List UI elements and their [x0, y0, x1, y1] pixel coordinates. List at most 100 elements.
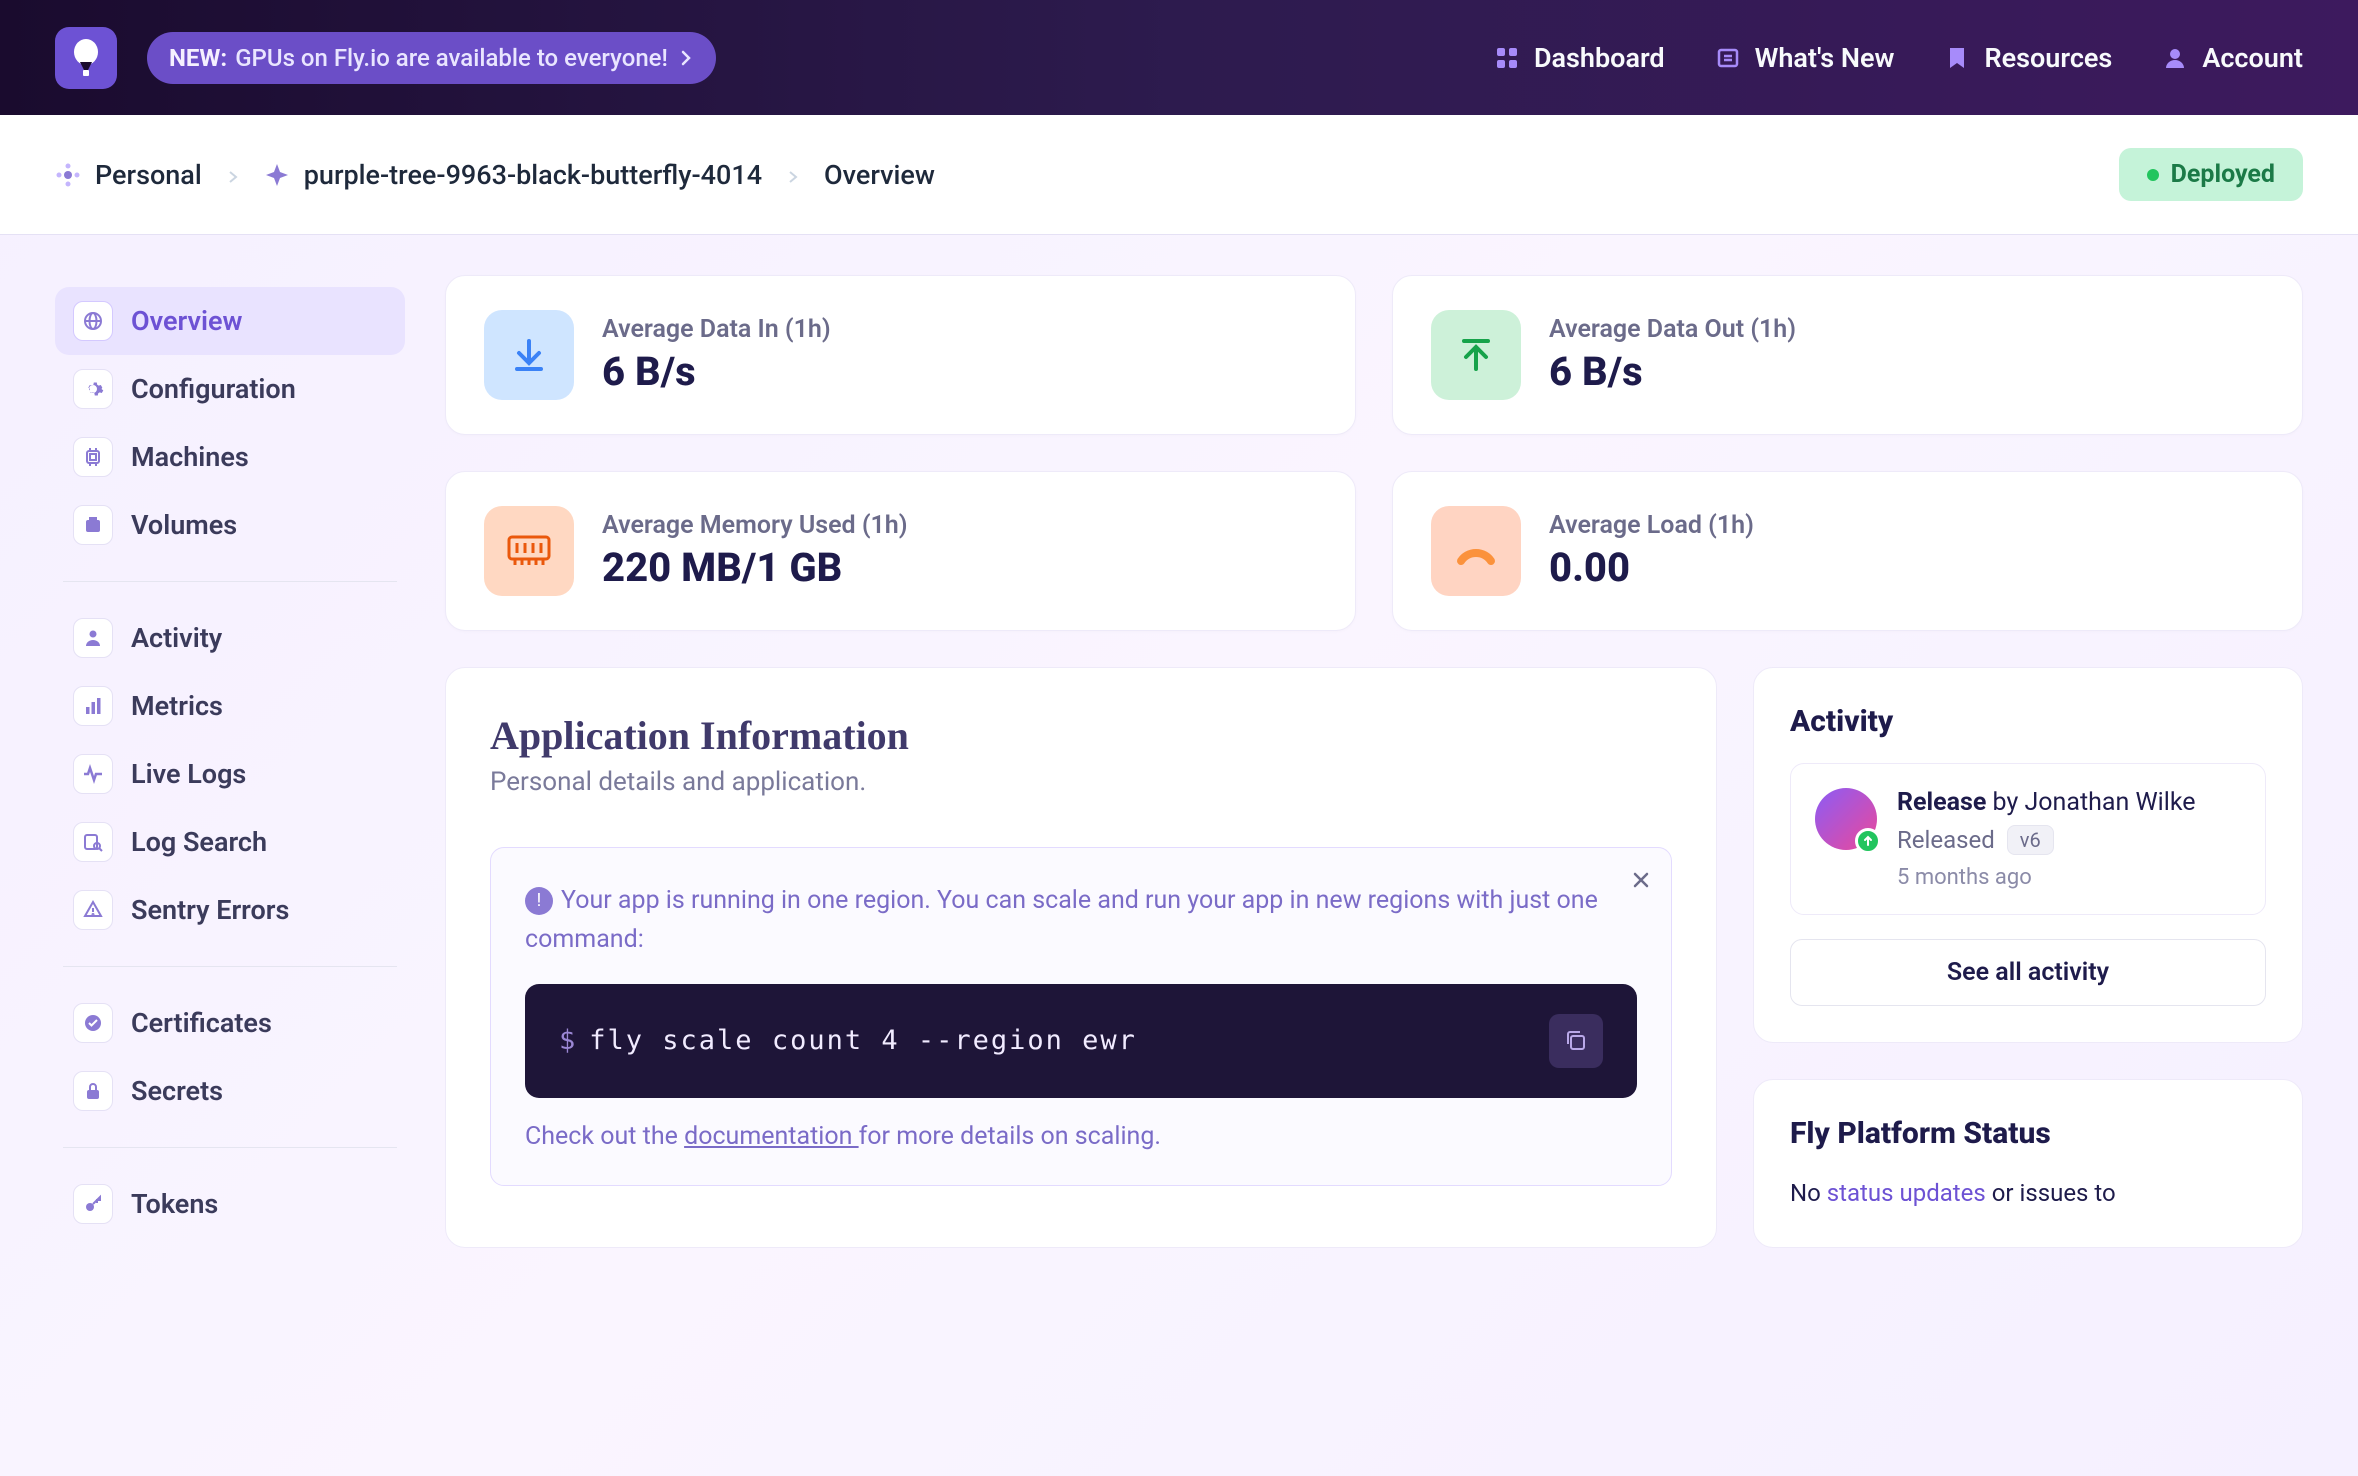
sidebar-group-1: Overview Configuration Machines Volumes — [55, 275, 405, 571]
sidebar-item-secrets[interactable]: Secrets — [55, 1057, 405, 1125]
app-info-title: Application Information — [490, 712, 1672, 759]
gauge-icon — [1431, 506, 1521, 596]
sidebar-item-label: Machines — [131, 441, 249, 473]
platform-text: No status updates or issues to — [1790, 1175, 2266, 1211]
breadcrumb: Personal purple-tree-9963-black-butterfl… — [55, 159, 935, 191]
chart-icon — [73, 686, 113, 726]
code-text: $fly scale count 4 --region ewr — [559, 1025, 1137, 1056]
stats-grid: Average Data In (1h)6 B/sAverage Data Ou… — [445, 275, 2303, 631]
prompt-icon: $ — [559, 1025, 577, 1056]
content: Average Data In (1h)6 B/sAverage Data Ou… — [445, 275, 2303, 1250]
scale-tip-box: !Your app is running in one region. You … — [490, 847, 1672, 1186]
breadcrumb-org-label: Personal — [95, 159, 202, 191]
tip-footer: Check out the documentation for more det… — [525, 1122, 1637, 1151]
sidebar-item-label: Configuration — [131, 373, 296, 405]
right-column: Activity Release by Jonathan Wilke — [1753, 667, 2303, 1248]
bottom-row: Application Information Personal details… — [445, 667, 2303, 1248]
announce-new-label: NEW: — [169, 44, 227, 72]
nav-dashboard[interactable]: Dashboard — [1494, 42, 1665, 74]
sparkle-icon — [264, 162, 290, 188]
sidebar-divider — [63, 1147, 397, 1148]
bookmark-icon — [1944, 45, 1970, 71]
download-icon — [484, 310, 574, 400]
sidebar-item-overview[interactable]: Overview — [55, 287, 405, 355]
avatar — [1815, 788, 1877, 850]
sidebar-item-label: Activity — [131, 622, 222, 654]
sidebar-item-configuration[interactable]: Configuration — [55, 355, 405, 423]
key-icon — [73, 1184, 113, 1224]
tip-text: !Your app is running in one region. You … — [525, 882, 1637, 960]
sidebar-item-sentry-errors[interactable]: Sentry Errors — [55, 876, 405, 944]
sidebar-item-volumes[interactable]: Volumes — [55, 491, 405, 559]
globe-icon — [73, 301, 113, 341]
person-icon — [73, 618, 113, 658]
sidebar-item-label: Overview — [131, 305, 242, 337]
nav-account-label: Account — [2202, 42, 2303, 74]
stat-value: 220 MB/1 GB — [602, 544, 908, 591]
stat-card: Average Data Out (1h)6 B/s — [1392, 275, 2303, 435]
topbar-left: NEW: GPUs on Fly.io are available to eve… — [55, 27, 716, 89]
copy-button[interactable] — [1549, 1014, 1603, 1068]
stat-card: Average Memory Used (1h)220 MB/1 GB — [445, 471, 1356, 631]
pulse-icon — [73, 754, 113, 794]
check-icon — [73, 1003, 113, 1043]
status-updates-link[interactable]: status updates — [1827, 1179, 1986, 1207]
news-icon — [1715, 45, 1741, 71]
sidebar-item-label: Sentry Errors — [131, 894, 289, 926]
close-icon[interactable] — [1631, 868, 1651, 896]
status-dot-icon — [2147, 169, 2159, 181]
grid-icon — [1494, 45, 1520, 71]
app-info-subtitle: Personal details and application. — [490, 767, 1672, 797]
person-icon — [2162, 45, 2188, 71]
sidebar-item-label: Log Search — [131, 826, 267, 858]
main: Overview Configuration Machines Volumes Act… — [0, 235, 2358, 1250]
documentation-link[interactable]: documentation — [684, 1122, 859, 1151]
topbar-nav: Dashboard What's New Resources Account — [1494, 42, 2303, 74]
cpu-icon — [73, 437, 113, 477]
sidebar-item-label: Volumes — [131, 509, 237, 541]
sidebar-item-activity[interactable]: Activity — [55, 604, 405, 672]
stat-value: 6 B/s — [1549, 348, 1796, 395]
lock-icon — [73, 1071, 113, 1111]
nav-account[interactable]: Account — [2162, 42, 2303, 74]
breadcrumb-bar: Personal purple-tree-9963-black-butterfl… — [0, 115, 2358, 235]
activity-time: 5 months ago — [1897, 865, 2241, 890]
sidebar-item-metrics[interactable]: Metrics — [55, 672, 405, 740]
sidebar-group-3: CertificatesSecrets — [55, 977, 405, 1137]
nav-resources[interactable]: Resources — [1944, 42, 2112, 74]
stat-card: Average Data In (1h)6 B/s — [445, 275, 1356, 435]
activity-item-title: Release by Jonathan Wilke — [1897, 788, 2241, 817]
stat-value: 0.00 — [1549, 544, 1754, 591]
code-block: $fly scale count 4 --region ewr — [525, 984, 1637, 1098]
sidebar-item-certificates[interactable]: Certificates — [55, 989, 405, 1057]
sidebar-group-2: Activity Metrics Live Logs Log Search Sentry… — [55, 592, 405, 956]
sidebar-item-label: Live Logs — [131, 758, 246, 790]
sidebar: Overview Configuration Machines Volumes Act… — [55, 275, 405, 1250]
upload-icon — [1431, 310, 1521, 400]
chevron-right-icon — [786, 159, 800, 191]
breadcrumb-app[interactable]: purple-tree-9963-black-butterfly-4014 — [264, 159, 762, 191]
stat-label: Average Load (1h) — [1549, 511, 1754, 540]
sidebar-item-label: Metrics — [131, 690, 223, 722]
status-label: Deployed — [2171, 160, 2275, 189]
copy-icon — [1563, 1028, 1589, 1054]
nav-whatsnew[interactable]: What's New — [1715, 42, 1895, 74]
chevron-right-icon — [226, 159, 240, 191]
announcement-pill[interactable]: NEW: GPUs on Fly.io are available to eve… — [147, 32, 716, 84]
sidebar-item-label: Tokens — [131, 1188, 218, 1220]
version-badge: v6 — [2007, 825, 2054, 855]
sidebar-item-log-search[interactable]: Log Search — [55, 808, 405, 876]
sidebar-item-live-logs[interactable]: Live Logs — [55, 740, 405, 808]
release-badge-icon — [1855, 828, 1881, 854]
sidebar-item-tokens[interactable]: Tokens — [55, 1170, 405, 1238]
breadcrumb-org[interactable]: Personal — [55, 159, 202, 191]
logo[interactable] — [55, 27, 117, 89]
nav-resources-label: Resources — [1984, 42, 2112, 74]
see-all-activity-button[interactable]: See all activity — [1790, 939, 2266, 1006]
breadcrumb-page: Overview — [824, 159, 935, 191]
breadcrumb-app-label: purple-tree-9963-black-butterfly-4014 — [304, 159, 762, 191]
balloon-icon — [66, 38, 106, 78]
error-icon — [73, 890, 113, 930]
topbar: NEW: GPUs on Fly.io are available to eve… — [0, 0, 2358, 115]
sidebar-item-machines[interactable]: Machines — [55, 423, 405, 491]
